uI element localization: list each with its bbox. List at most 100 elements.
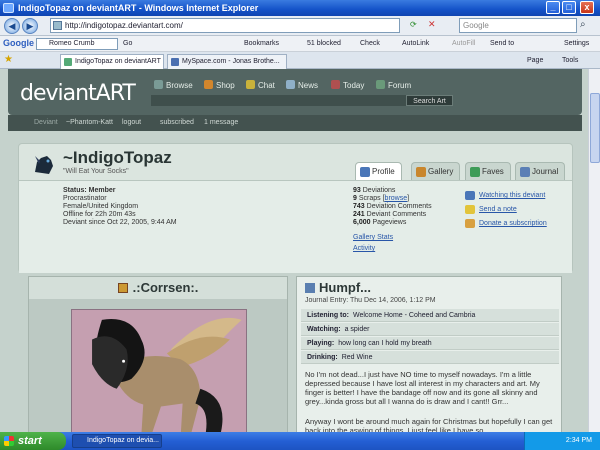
tab-label: Gallery [428,167,454,176]
stop-icon[interactable]: ✕ [428,19,436,30]
journal-paragraph: No I'm not dead...I just have NO time to… [305,370,540,406]
browse-icon [154,80,163,89]
meta-value: how long can I hold my breath [338,340,432,347]
check-button[interactable]: Check [360,36,380,51]
journal-paragraph: Anyway I wont be around much again for C… [305,417,553,432]
shop-icon [204,80,213,89]
nav-label: Forum [388,81,412,90]
stat-number: 9 [353,195,357,202]
tools-menu[interactable]: Tools [562,52,578,69]
popup-blocked[interactable]: 51 blocked [307,36,341,51]
stat-label: Deviant Comments [366,211,427,218]
stat-scraps: 9 Scraps [browse] [353,195,410,202]
profile-body: Status: Member Procrastinator Female/Uni… [19,180,572,273]
bookmarks-menu[interactable]: Bookmarks [244,36,279,51]
autofill-button[interactable]: AutoFill [452,36,475,51]
tab-faves[interactable]: Faves [465,162,511,180]
url-text: http://indigotopaz.deviantart.com/ [65,21,183,30]
info-line: Procrastinator [63,195,107,202]
note-icon [465,205,475,214]
nav-shop[interactable]: Shop [204,80,235,90]
start-button[interactable]: start [0,432,66,450]
meta-value: a spider [344,326,370,333]
profile-tagline: "Will Eat Your Socks" [63,168,129,175]
search-art-button[interactable]: Search Art [406,95,453,106]
start-label: start [18,435,42,447]
go-button[interactable]: Go [123,36,132,51]
taskbar: start IndigoTopaz on devia... 2:34 PM [0,432,600,450]
news-icon [286,80,295,89]
stat-deviant-comments: 241 Deviant Comments [353,211,426,219]
profile-box: ~IndigoTopaz "Will Eat Your Socks" Profi… [18,143,573,273]
search-icon[interactable]: ⌕ [580,19,586,30]
tab-label: MySpace.com - Jonas Brothe... [182,58,280,65]
donate-action[interactable]: Donate a subscription [465,219,547,229]
tab-journal[interactable]: Journal [515,162,566,180]
da-header: deviantART Browse Shop Chat News Today F… [8,69,582,115]
vertical-scrollbar[interactable] [588,69,600,432]
nav-news[interactable]: News [286,80,318,90]
meta-value: Red Wine [341,354,373,361]
web-page: deviantART Browse Shop Chat News Today F… [0,69,600,432]
stat-pageviews: 6,000 Pageviews [353,219,406,227]
back-icon[interactable]: ◀ [4,18,20,34]
deviantart-logo[interactable]: deviantART [20,81,136,106]
taskbar-item-ie[interactable]: IndigoTopaz on devia... [72,434,162,448]
browse-scraps-link[interactable]: browse [385,195,408,202]
avatar[interactable] [31,152,57,176]
deviantart-favicon [64,58,72,66]
nav-chat[interactable]: Chat [246,80,275,90]
deviation-image[interactable] [71,309,247,432]
close-button[interactable]: x [580,1,594,14]
forward-icon[interactable]: ▶ [22,18,38,34]
gallery-stats-link[interactable]: Gallery Stats [353,234,393,242]
logout-link[interactable]: logout [122,115,141,131]
address-field[interactable]: http://indigotopaz.deviantart.com/ [50,18,400,33]
journal-meta-listening: Listening to: Welcome Home - Coheed and C… [301,309,559,322]
stat-number: 241 [353,211,365,218]
nav-label: Shop [216,81,235,90]
tab-myspace[interactable]: MySpace.com - Jonas Brothe... [167,54,287,69]
minimize-button[interactable]: _ [546,1,560,14]
window-titlebar: IndigoTopaz on deviantART - Windows Inte… [0,0,600,16]
search-input[interactable]: Google [459,18,577,33]
page-menu[interactable]: Page [527,52,543,69]
refresh-icon[interactable]: ⟳ [410,20,417,29]
favorites-star-icon[interactable]: ★ [4,54,13,65]
journal-date: Journal Entry: Thu Dec 14, 2006, 1:12 PM [305,297,436,304]
nav-label: Browse [166,81,193,90]
sendto-button[interactable]: Send to [490,36,514,51]
google-query-value: Romeo Crumb [49,40,95,47]
faves-icon [470,167,480,177]
nav-today[interactable]: Today [331,80,364,90]
journal-entry-icon [305,283,315,293]
nav-forum[interactable]: Forum [376,80,411,90]
maximize-button[interactable]: □ [562,1,576,14]
journal-title[interactable]: Humpf... [305,280,371,295]
page-icon [53,21,62,30]
activity-link[interactable]: Activity [353,245,375,253]
meta-label: Playing: [307,340,335,347]
nav-label: Chat [258,81,275,90]
featured-deviation-panel: .:Corrsen:. [28,276,288,432]
google-query-input[interactable]: Romeo Crumb [36,38,118,50]
watching-action[interactable]: Watching this deviant [465,191,545,201]
messages-link[interactable]: 1 message [204,115,238,131]
nav-browse[interactable]: Browse [154,80,193,90]
scrollbar-thumb[interactable] [590,93,600,163]
tab-label: Journal [532,167,559,176]
deviant-label: Deviant [34,119,58,126]
journal-meta-playing: Playing: how long can I hold my breath [301,337,559,350]
tab-gallery[interactable]: Gallery [411,162,461,180]
tab-label: Profile [372,167,395,176]
subscribed-link[interactable]: subscribed [160,115,194,131]
deviation-title[interactable]: .:Corrsen:. [133,280,199,295]
autolink-button[interactable]: AutoLink [402,36,429,51]
tab-indigotopaz[interactable]: IndigoTopaz on deviantART [60,54,164,69]
info-line: Female/United Kingdom [63,203,139,210]
settings-button[interactable]: Settings [564,36,589,51]
send-note-action[interactable]: Send a note [465,205,517,215]
tab-profile[interactable]: Profile [355,162,402,180]
username-link[interactable]: ~Phantom-Katt [66,115,113,131]
meta-label: Watching: [307,326,341,333]
